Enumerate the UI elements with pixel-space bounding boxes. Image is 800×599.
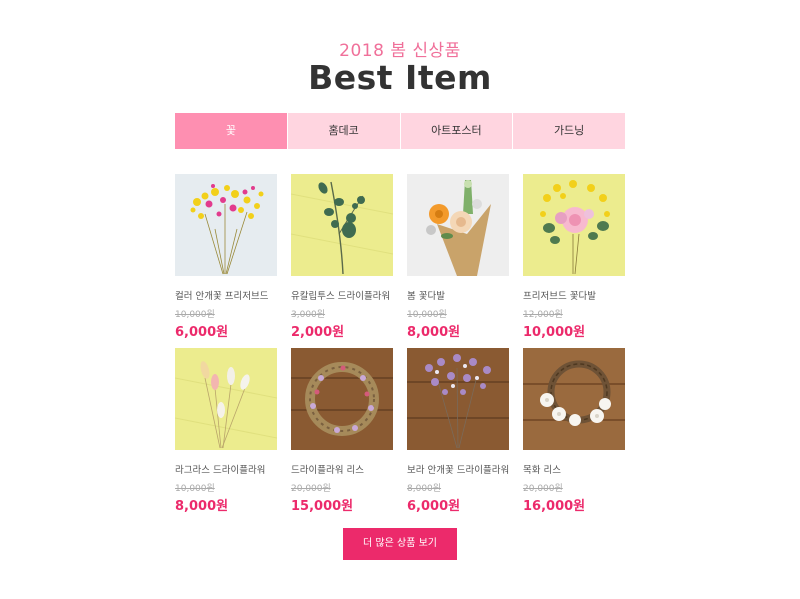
product-image-preserved-bouquet[interactable] [523,174,625,276]
product-sale-price: 2,000원 [291,325,345,340]
product-name[interactable]: 보라 안개꽃 드라이플라워 [407,462,509,476]
product-card[interactable]: 드라이플라워 리스 20,000원 15,000원 [291,348,393,514]
product-name[interactable]: 봄 꽃다발 [407,288,509,302]
product-name[interactable]: 프리저브드 꽃다발 [523,288,625,302]
product-sale-price: 15,000원 [291,499,354,514]
product-name[interactable]: 드라이플라워 리스 [291,462,393,476]
product-image-spring-bouquet[interactable] [407,174,509,276]
product-card[interactable]: 프리저브드 꽃다발 12,000원 10,000원 [523,174,625,340]
product-image-purple-babys-breath[interactable] [407,348,509,450]
tab-gardening[interactable]: 가드닝 [512,113,625,149]
tab-art-poster[interactable]: 아트포스터 [399,113,513,149]
product-card[interactable]: 봄 꽃다발 10,000원 8,000원 [407,174,509,340]
product-name[interactable]: 컬러 안개꽃 프리저브드 [175,288,277,302]
product-card[interactable]: 보라 안개꽃 드라이플라워 8,000원 6,000원 [407,348,509,514]
product-sale-price: 8,000원 [407,325,461,340]
product-sale-price: 8,000원 [175,499,229,514]
product-card[interactable]: 컬러 안개꽃 프리저브드 10,000원 6,000원 [175,174,277,340]
view-more-button[interactable]: 더 많은 상품 보기 [343,528,457,560]
product-image-lagurus[interactable] [175,348,277,450]
product-card[interactable]: 유칼립투스 드라이플라워 3,000원 2,000원 [291,174,393,340]
product-name[interactable]: 라그라스 드라이플라워 [175,462,277,476]
section-title: Best Item [308,58,492,97]
product-original-price: 10,000원 [175,484,215,494]
product-original-price: 12,000원 [523,310,563,320]
product-original-price: 10,000원 [175,310,215,320]
tab-flower[interactable]: 꽃 [175,113,287,149]
product-original-price: 10,000원 [407,310,447,320]
tab-home-deco[interactable]: 홈데코 [286,113,400,149]
product-image-eucalyptus[interactable] [291,174,393,276]
product-original-price: 8,000원 [407,484,442,494]
product-name[interactable]: 유칼립투스 드라이플라워 [291,288,393,302]
product-original-price: 20,000원 [523,484,563,494]
product-sale-price: 10,000원 [523,325,586,340]
product-image-colored-babys-breath[interactable] [175,174,277,276]
product-card[interactable]: 라그라스 드라이플라워 10,000원 8,000원 [175,348,277,514]
product-sale-price: 6,000원 [175,325,229,340]
product-image-cotton-wreath[interactable] [523,348,625,450]
category-tabs: 꽃 홈데코 아트포스터 가드닝 [175,113,625,149]
product-original-price: 20,000원 [291,484,331,494]
product-image-dried-wreath[interactable] [291,348,393,450]
product-sale-price: 16,000원 [523,499,586,514]
product-original-price: 3,000원 [291,310,326,320]
product-sale-price: 6,000원 [407,499,461,514]
product-card[interactable]: 목화 리스 20,000원 16,000원 [523,348,625,514]
product-name[interactable]: 목화 리스 [523,462,625,476]
